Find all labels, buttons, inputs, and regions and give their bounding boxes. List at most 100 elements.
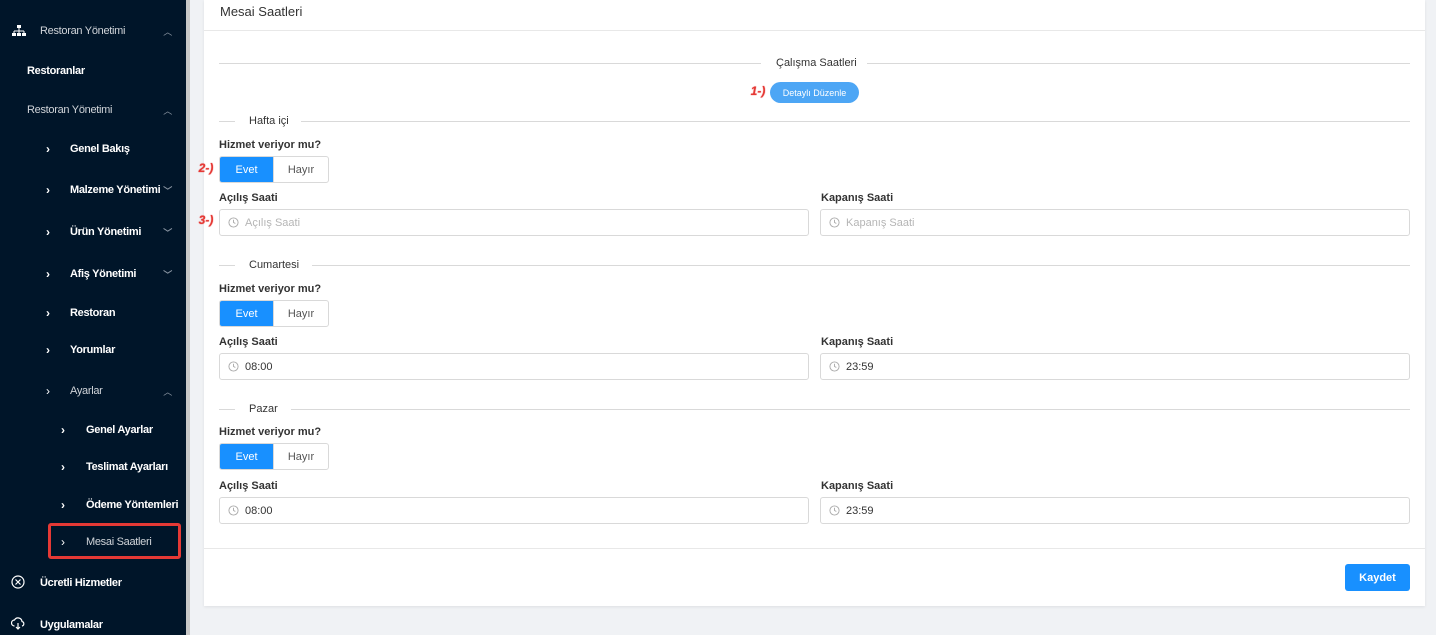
sidebar-label: Malzeme Yönetimi (70, 184, 161, 196)
sidebar-item-genel-ayarlar[interactable]: › Genel Ayarlar (0, 421, 186, 439)
sitemap-icon (12, 25, 26, 36)
service-label: Hizmet veriyor mu? (219, 139, 322, 151)
sidebar-item-ucretli-hizmetler[interactable]: Ücretli Hizmetler (0, 574, 186, 592)
chevron-right-icon: › (46, 267, 50, 281)
sidebar-item-yorumlar[interactable]: › Yorumlar (0, 341, 186, 359)
chevron-right-icon: › (61, 423, 65, 437)
open-time-value: 08:00 (245, 360, 273, 373)
no-option[interactable]: Hayır (273, 301, 328, 326)
open-time-input[interactable]: 08:00 (219, 497, 809, 524)
divider-line (219, 121, 235, 122)
sidebar: Restoran Yönetimi ︿ Restoranlar Restoran… (0, 0, 186, 635)
sidebar-submenu-restoran-yonetimi[interactable]: Restoran Yönetimi ︿ (0, 101, 186, 119)
chevron-up-icon: ︿ (163, 386, 172, 397)
sidebar-label: Restoran (70, 307, 116, 319)
sidebar-item-restoran[interactable]: › Restoran (0, 304, 186, 322)
open-time-label: Açılış Saati (219, 192, 278, 204)
service-label: Hizmet veriyor mu? (219, 426, 322, 438)
sidebar-label: Uygulamalar (40, 619, 103, 631)
clock-icon (829, 505, 840, 516)
yes-option[interactable]: Evet (220, 301, 273, 326)
day-title-saturday: Cumartesi (249, 259, 300, 271)
chevron-right-icon: › (46, 225, 50, 239)
sidebar-label: Ayarlar (70, 385, 103, 397)
annotation-2: 2-) (198, 161, 214, 175)
divider-line (867, 63, 1410, 64)
close-time-value: 23:59 (846, 360, 874, 373)
open-time-placeholder: Açılış Saati (245, 216, 301, 229)
card-footer-divider (204, 548, 1425, 549)
close-time-label: Kapanış Saati (821, 192, 894, 204)
sidebar-item-uygulamalar[interactable]: Uygulamalar (0, 616, 186, 634)
sidebar-item-afis-yonetimi[interactable]: › Afiş Yönetimi ﹀ (0, 265, 186, 283)
close-time-placeholder: Kapanış Saati (846, 216, 915, 229)
chevron-down-icon: ﹀ (163, 269, 172, 280)
open-time-label: Açılış Saati (219, 336, 278, 348)
open-time-value: 08:00 (245, 504, 273, 517)
divider-line (219, 63, 761, 64)
divider-line (219, 265, 235, 266)
cloud-download-icon (11, 617, 25, 630)
section-title: Çalışma Saatleri (776, 57, 857, 69)
sidebar-scrollbar[interactable] (186, 0, 190, 635)
page-title: Mesai Saatleri (220, 4, 303, 19)
clock-icon (228, 505, 239, 516)
sidebar-label: Genel Bakış (70, 143, 130, 155)
clock-icon (829, 361, 840, 372)
close-time-input[interactable]: Kapanış Saati (820, 209, 1410, 236)
chevron-right-icon: › (46, 306, 50, 320)
sidebar-item-genel-bakis[interactable]: › Genel Bakış (0, 140, 186, 158)
yes-option[interactable]: Evet (220, 444, 273, 469)
no-option[interactable]: Hayır (273, 157, 328, 182)
chevron-up-icon: ︿ (163, 26, 172, 37)
sidebar-label: Teslimat Ayarları (86, 461, 168, 473)
divider-line (301, 121, 1410, 122)
yes-option[interactable]: Evet (220, 157, 273, 182)
sidebar-item-teslimat-ayarlari[interactable]: › Teslimat Ayarları (0, 458, 186, 476)
sidebar-label: Yorumlar (70, 344, 116, 356)
sidebar-label: Genel Ayarlar (86, 424, 153, 436)
close-time-value: 23:59 (846, 504, 874, 517)
close-time-input[interactable]: 23:59 (820, 353, 1410, 380)
sidebar-label: Afiş Yönetimi (70, 268, 137, 280)
card-header-divider (204, 30, 1425, 31)
no-option[interactable]: Hayır (273, 444, 328, 469)
annotation-3: 3-) (198, 213, 214, 227)
save-button[interactable]: Kaydet (1345, 564, 1410, 591)
clock-icon (228, 361, 239, 372)
sidebar-item-odeme-yontemleri[interactable]: › Ödeme Yöntemleri (0, 496, 186, 514)
divider-line (291, 409, 1410, 410)
service-toggle: Evet Hayır (219, 300, 329, 327)
chevron-right-icon: › (46, 142, 50, 156)
day-title-sunday: Pazar (249, 403, 278, 415)
sidebar-item-urun-yonetimi[interactable]: › Ürün Yönetimi ﹀ (0, 223, 186, 241)
service-label: Hizmet veriyor mu? (219, 283, 322, 295)
chevron-right-icon: › (61, 498, 65, 512)
close-time-input[interactable]: 23:59 (820, 497, 1410, 524)
sidebar-label: Restoran Yönetimi (27, 104, 113, 116)
clock-icon (228, 217, 239, 228)
service-toggle: Evet Hayır (219, 156, 329, 183)
sidebar-item-malzeme-yonetimi[interactable]: › Malzeme Yönetimi ﹀ (0, 181, 186, 199)
sidebar-label: Ücretli Hizmetler (40, 577, 122, 589)
close-time-label: Kapanış Saati (821, 480, 894, 492)
sidebar-label: Ödeme Yöntemleri (86, 499, 179, 511)
detailed-edit-button[interactable]: Detaylı Düzenle (770, 82, 859, 103)
sidebar-label: Ürün Yönetimi (70, 226, 142, 238)
clock-icon (829, 217, 840, 228)
open-time-input[interactable]: Açılış Saati (219, 209, 809, 236)
chevron-right-icon: › (61, 460, 65, 474)
day-title-weekday: Hafta içi (249, 115, 289, 127)
sidebar-label: Restoran Yönetimi (40, 25, 126, 37)
sidebar-section-restoran-yonetimi[interactable]: Restoran Yönetimi ︿ (0, 22, 186, 40)
sidebar-submenu-ayarlar[interactable]: › Ayarlar ︿ (0, 382, 186, 400)
divider-line (219, 409, 235, 410)
open-time-input[interactable]: 08:00 (219, 353, 809, 380)
chevron-down-icon: ﹀ (163, 185, 172, 196)
chevron-right-icon: › (46, 343, 50, 357)
sidebar-item-restoranlar[interactable]: Restoranlar (0, 62, 186, 80)
chevron-right-icon: › (46, 183, 50, 197)
chevron-right-icon: › (46, 384, 50, 398)
service-toggle: Evet Hayır (219, 443, 329, 470)
divider-line (312, 265, 1410, 266)
